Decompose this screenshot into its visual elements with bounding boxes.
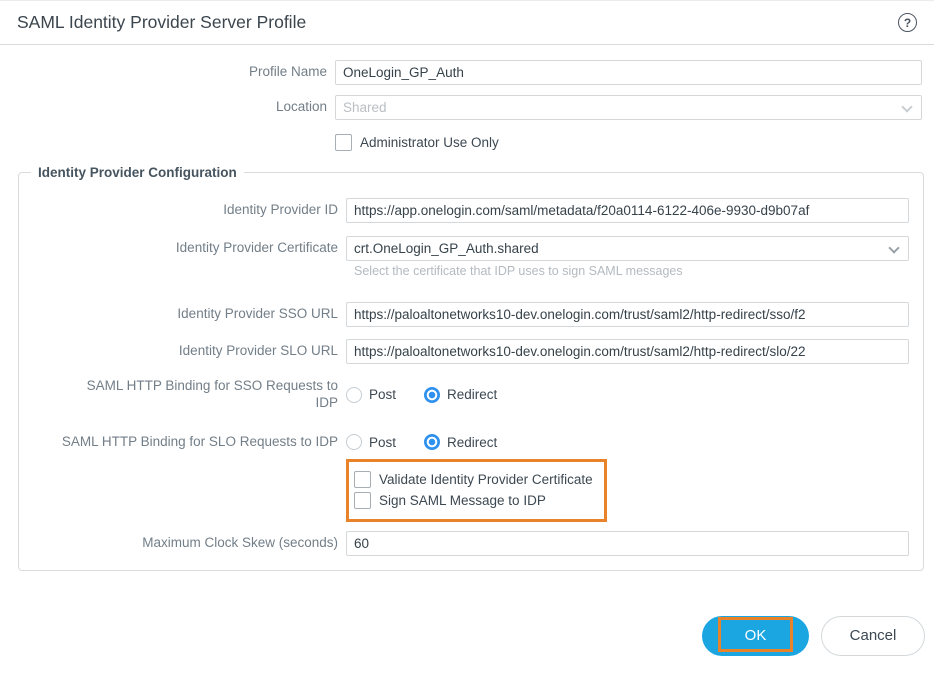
slo-binding-redirect-label: Redirect <box>447 434 498 450</box>
dialog-header: SAML Identity Provider Server Profile ? <box>0 1 934 45</box>
sso-url-label: Identity Provider SSO URL <box>177 306 338 322</box>
max-clock-skew-label: Maximum Clock Skew (seconds) <box>142 534 338 550</box>
slo-url-row: Identity Provider SLO URL <box>19 339 916 364</box>
help-icon[interactable]: ? <box>898 13 917 32</box>
slo-url-input[interactable] <box>346 339 909 364</box>
sign-saml-message-label: Sign SAML Message to IDP <box>379 492 546 508</box>
idp-configuration-section: Identity Provider Configuration Identity… <box>18 165 924 571</box>
admin-use-only-checkbox[interactable] <box>335 134 352 151</box>
idp-id-label: Identity Provider ID <box>223 202 338 218</box>
sso-binding-post-label: Post <box>369 387 397 403</box>
location-label: Location <box>275 99 327 115</box>
idp-certificate-label: Identity Provider Certificate <box>175 240 338 256</box>
saml-idp-profile-dialog: SAML Identity Provider Server Profile ? … <box>0 0 934 684</box>
highlighted-checkboxes-row: Validate Identity Provider Certificate S… <box>19 458 916 522</box>
admin-use-only-label: Administrator Use Only <box>360 135 499 150</box>
cancel-button-label: Cancel <box>849 627 897 645</box>
slo-binding-post-label: Post <box>369 434 397 450</box>
chevron-down-icon <box>888 242 900 254</box>
ok-button[interactable]: OK <box>702 615 809 656</box>
location-select: Shared <box>335 95 922 120</box>
validate-idp-cert-checkbox[interactable] <box>354 470 371 488</box>
sso-binding-redirect-radio[interactable] <box>424 386 441 403</box>
profile-name-label: Profile Name <box>248 64 327 80</box>
sign-saml-message-row: Sign SAML Message to IDP <box>354 491 593 509</box>
idp-certificate-select[interactable]: crt.OneLogin_GP_Auth.shared <box>346 236 909 261</box>
orange-highlight-box: Validate Identity Provider Certificate S… <box>346 458 607 522</box>
dialog-footer: OK Cancel <box>0 615 925 656</box>
cancel-button[interactable]: Cancel <box>821 615 925 656</box>
slo-binding-post-radio[interactable] <box>346 434 362 451</box>
location-value: Shared <box>343 100 387 115</box>
sign-saml-message-checkbox[interactable] <box>354 491 371 509</box>
validate-idp-cert-row: Validate Identity Provider Certificate <box>354 470 593 488</box>
slo-binding-row: SAML HTTP Binding for SLO Requests to ID… <box>19 434 916 451</box>
sso-binding-label: SAML HTTP Binding for SSO Requests to ID… <box>86 378 338 410</box>
profile-name-row: Profile Name <box>0 60 934 85</box>
sso-binding-row: SAML HTTP Binding for SSO Requests to ID… <box>19 378 916 412</box>
sso-url-row: Identity Provider SSO URL <box>19 302 916 327</box>
max-clock-skew-input[interactable] <box>346 530 909 556</box>
slo-binding-redirect-radio[interactable] <box>424 434 441 451</box>
sso-binding-redirect-label: Redirect <box>447 387 498 403</box>
max-clock-skew-row: Maximum Clock Skew (seconds) <box>19 530 916 556</box>
sso-binding-post-radio[interactable] <box>346 386 362 403</box>
profile-name-input[interactable] <box>335 60 922 85</box>
idp-certificate-value: crt.OneLogin_GP_Auth.shared <box>354 241 539 256</box>
chevron-down-icon <box>901 101 913 113</box>
idp-certificate-hint: Select the certificate that IDP uses to … <box>354 264 683 278</box>
sso-url-input[interactable] <box>346 302 909 327</box>
ok-button-label: OK <box>744 627 767 645</box>
location-row: Location Shared <box>0 95 934 120</box>
admin-use-only-row: Administrator Use Only <box>0 134 934 151</box>
idp-id-row: Identity Provider ID <box>19 198 916 223</box>
validate-idp-cert-label: Validate Identity Provider Certificate <box>379 471 593 487</box>
slo-binding-label: SAML HTTP Binding for SLO Requests to ID… <box>61 433 338 449</box>
idp-configuration-legend: Identity Provider Configuration <box>38 165 237 180</box>
idp-id-input[interactable] <box>346 198 909 223</box>
slo-url-label: Identity Provider SLO URL <box>178 343 338 359</box>
idp-certificate-row: Identity Provider Certificate crt.OneLog… <box>19 236 916 261</box>
dialog-title: SAML Identity Provider Server Profile <box>17 12 307 32</box>
